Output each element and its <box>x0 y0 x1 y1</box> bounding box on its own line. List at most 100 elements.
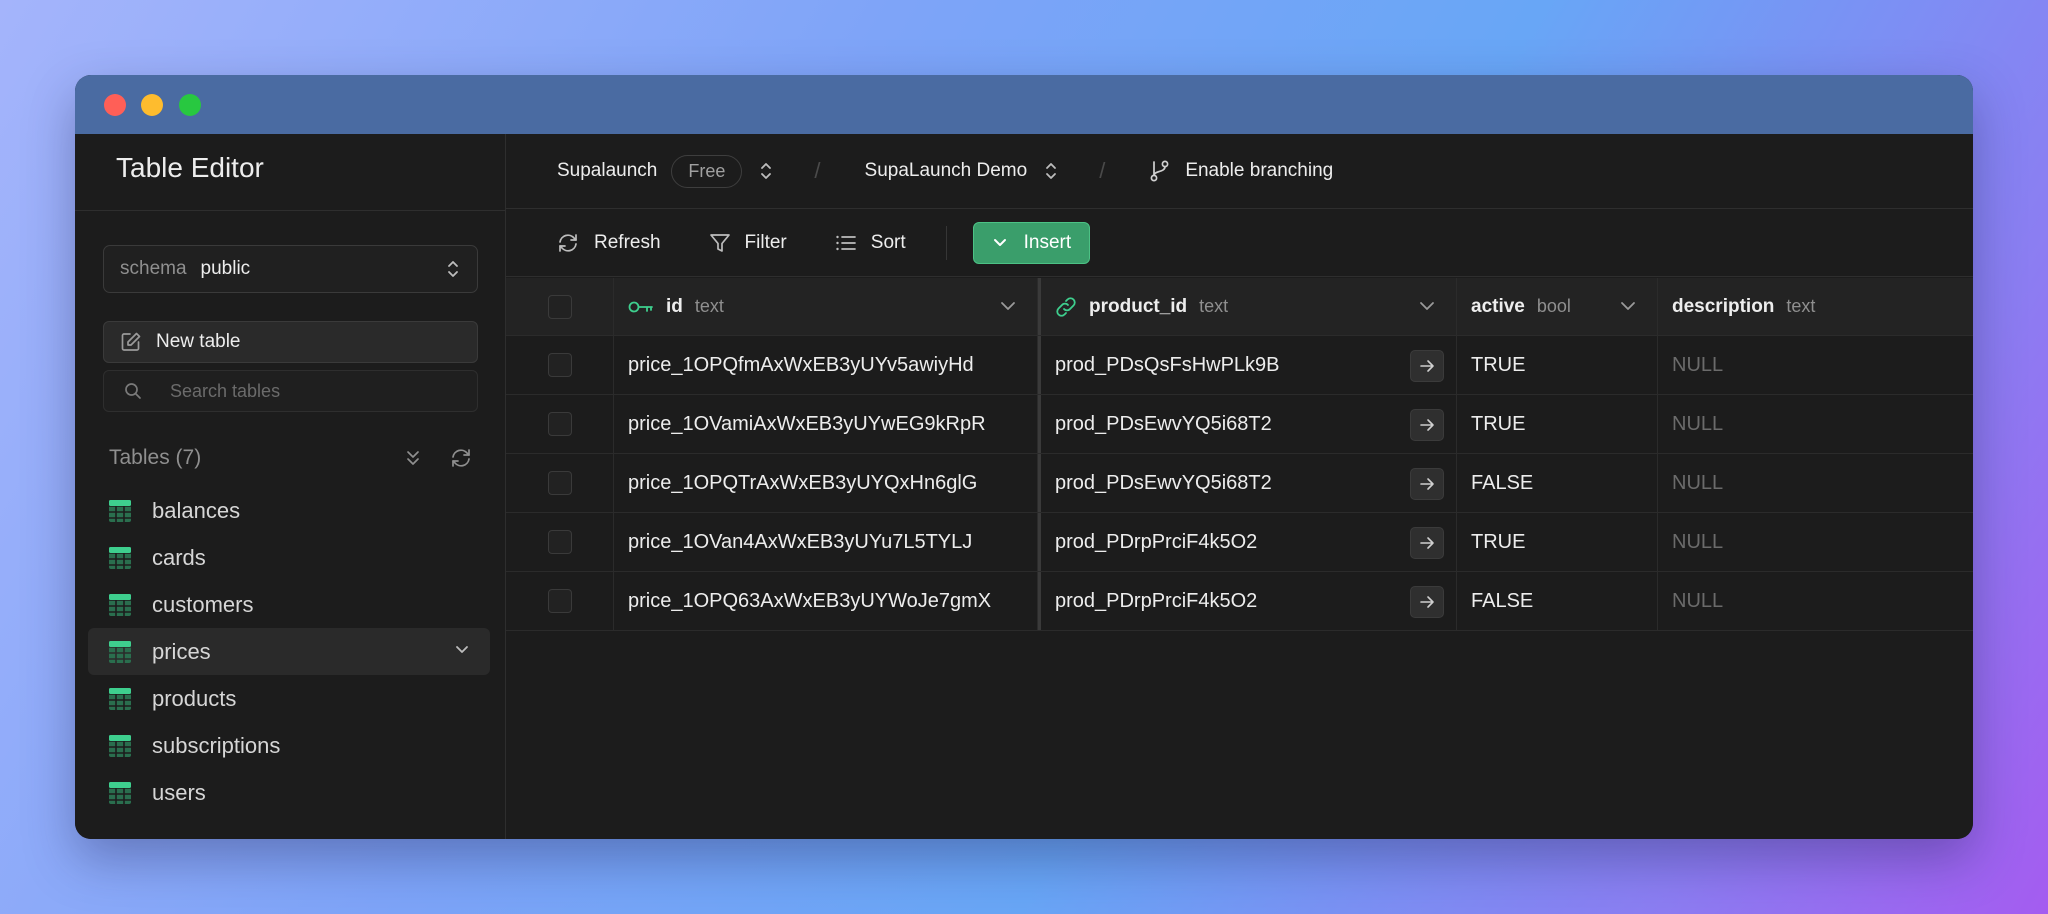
table-row[interactable]: price_1OPQ63AxWxEB3yUYWoJe7gmX prod_PDrp… <box>506 572 1973 631</box>
cell-description[interactable]: NULL <box>1658 454 1973 512</box>
refresh-button[interactable]: Refresh <box>556 232 661 254</box>
data-grid: id text product_id text active bool desc… <box>506 278 1973 631</box>
table-item-balances[interactable]: balances <box>88 487 490 534</box>
table-item-cards[interactable]: cards <box>88 534 490 581</box>
grid-header-row: id text product_id text active bool desc… <box>506 278 1973 336</box>
cell-id[interactable]: price_1OVan4AxWxEB3yUYu7L5TYLJ <box>614 513 1038 571</box>
chevrons-up-down-icon[interactable] <box>758 160 774 182</box>
table-item-products[interactable]: products <box>88 675 490 722</box>
zoom-window-button[interactable] <box>179 94 201 116</box>
collapse-all-icon[interactable] <box>403 448 423 468</box>
table-row[interactable]: price_1OPQfmAxWxEB3yUYv5awiyHd prod_PDsQ… <box>506 336 1973 395</box>
tables-heading: Tables (7) <box>109 446 202 469</box>
column-name: active <box>1471 295 1525 317</box>
column-name: product_id <box>1089 295 1188 317</box>
table-item-subscriptions[interactable]: subscriptions <box>88 722 490 769</box>
enable-branching-button[interactable]: Enable branching <box>1149 159 1333 183</box>
column-type: bool <box>1536 296 1571 316</box>
open-reference-button[interactable] <box>1410 409 1444 441</box>
cell-active[interactable]: TRUE <box>1457 336 1658 394</box>
cell-active[interactable]: FALSE <box>1457 454 1658 512</box>
table-row[interactable]: price_1OVan4AxWxEB3yUYu7L5TYLJ prod_PDrp… <box>506 513 1973 572</box>
cell-active[interactable]: TRUE <box>1457 513 1658 571</box>
cell-id[interactable]: price_1OPQ63AxWxEB3yUYWoJe7gmX <box>614 572 1038 630</box>
refresh-icon[interactable] <box>449 447 473 469</box>
table-item-customers[interactable]: customers <box>88 581 490 628</box>
enable-branching-label: Enable branching <box>1185 160 1334 181</box>
row-checkbox[interactable] <box>547 353 572 377</box>
cell-value: prod_PDrpPrciF4k5O2 <box>1055 589 1258 612</box>
insert-button[interactable]: Insert <box>972 221 1091 264</box>
row-checkbox[interactable] <box>547 589 572 613</box>
chevron-down-icon[interactable] <box>454 644 470 656</box>
cell-description[interactable]: NULL <box>1658 395 1973 453</box>
open-reference-button[interactable] <box>1410 350 1444 382</box>
row-select-cell <box>506 395 614 453</box>
main-panel: Supalaunch Free / SupaLaunch Demo / Enab… <box>506 134 1973 839</box>
arrow-right-icon <box>1420 596 1434 608</box>
row-checkbox[interactable] <box>547 412 572 436</box>
column-header-description[interactable]: description text <box>1658 278 1973 335</box>
open-reference-button[interactable] <box>1410 586 1444 618</box>
table-item-label: products <box>152 685 237 711</box>
filter-icon <box>709 233 730 252</box>
sidebar-title: Table Editor <box>116 152 264 183</box>
cell-active[interactable]: FALSE <box>1457 572 1658 630</box>
filter-button[interactable]: Filter <box>709 232 787 254</box>
cell-active[interactable]: TRUE <box>1457 395 1658 453</box>
sort-button[interactable]: Sort <box>835 232 906 254</box>
cell-product-id[interactable]: prod_PDsEwvYQ5i68T2 <box>1038 454 1457 512</box>
table-icon <box>109 734 131 757</box>
cell-product-id[interactable]: prod_PDsQsFsHwPLk9B <box>1038 336 1457 394</box>
cell-product-id[interactable]: prod_PDrpPrciF4k5O2 <box>1038 572 1457 630</box>
chevron-down-icon[interactable] <box>1418 300 1436 312</box>
table-item-label: customers <box>152 591 254 617</box>
org-selector[interactable]: Supalaunch <box>557 160 657 182</box>
chevron-down-icon[interactable] <box>999 300 1017 312</box>
select-all-checkbox[interactable] <box>547 294 572 319</box>
cell-description[interactable]: NULL <box>1658 572 1973 630</box>
plan-badge: Free <box>671 154 743 188</box>
table-item-users[interactable]: users <box>88 769 490 816</box>
new-table-label: New table <box>156 331 241 352</box>
schema-select[interactable]: schema public <box>103 245 478 293</box>
title-bar <box>75 75 1973 134</box>
search-tables-input[interactable]: Search tables <box>103 370 478 412</box>
refresh-icon <box>559 233 577 252</box>
search-icon <box>125 383 141 399</box>
filter-label: Filter <box>744 231 787 253</box>
cell-description[interactable]: NULL <box>1658 513 1973 571</box>
column-header-id[interactable]: id text <box>614 278 1038 335</box>
column-header-active[interactable]: active bool <box>1457 278 1658 335</box>
app-window: Table Editor schema public New table Sea… <box>75 75 1973 839</box>
table-icon <box>109 499 131 522</box>
arrow-right-icon <box>1420 478 1434 490</box>
minimize-window-button[interactable] <box>141 94 163 116</box>
table-row[interactable]: price_1OVamiAxWxEB3yUYwEG9kRpR prod_PDsE… <box>506 395 1973 454</box>
table-row[interactable]: price_1OPQTrAxWxEB3yUYQxHn6glG prod_PDsE… <box>506 454 1973 513</box>
cell-id[interactable]: price_1OPQfmAxWxEB3yUYv5awiyHd <box>614 336 1038 394</box>
cell-value: prod_PDsEwvYQ5i68T2 <box>1055 412 1272 435</box>
cell-product-id[interactable]: prod_PDsEwvYQ5i68T2 <box>1038 395 1457 453</box>
tables-section-header: Tables (7) <box>109 440 475 476</box>
project-selector[interactable]: SupaLaunch Demo <box>865 160 1028 182</box>
schema-label: schema <box>120 258 187 279</box>
close-window-button[interactable] <box>104 94 126 116</box>
table-item-prices[interactable]: prices <box>88 628 490 675</box>
chevron-down-icon[interactable] <box>1619 300 1637 312</box>
chevrons-up-down-icon[interactable] <box>1043 160 1059 182</box>
row-checkbox[interactable] <box>547 530 572 554</box>
cell-id[interactable]: price_1OVamiAxWxEB3yUYwEG9kRpR <box>614 395 1038 453</box>
new-table-button[interactable]: New table <box>103 321 478 363</box>
cell-id[interactable]: price_1OPQTrAxWxEB3yUYQxHn6glG <box>614 454 1038 512</box>
cell-description[interactable]: NULL <box>1658 336 1973 394</box>
open-reference-button[interactable] <box>1410 527 1444 559</box>
table-item-label: users <box>152 779 206 805</box>
sort-label: Sort <box>870 231 906 253</box>
cell-product-id[interactable]: prod_PDrpPrciF4k5O2 <box>1038 513 1457 571</box>
column-header-product-id[interactable]: product_id text <box>1038 278 1457 335</box>
cell-value: prod_PDrpPrciF4k5O2 <box>1055 530 1258 553</box>
open-reference-button[interactable] <box>1410 468 1444 500</box>
schema-value: public <box>200 258 251 279</box>
row-checkbox[interactable] <box>547 471 572 495</box>
